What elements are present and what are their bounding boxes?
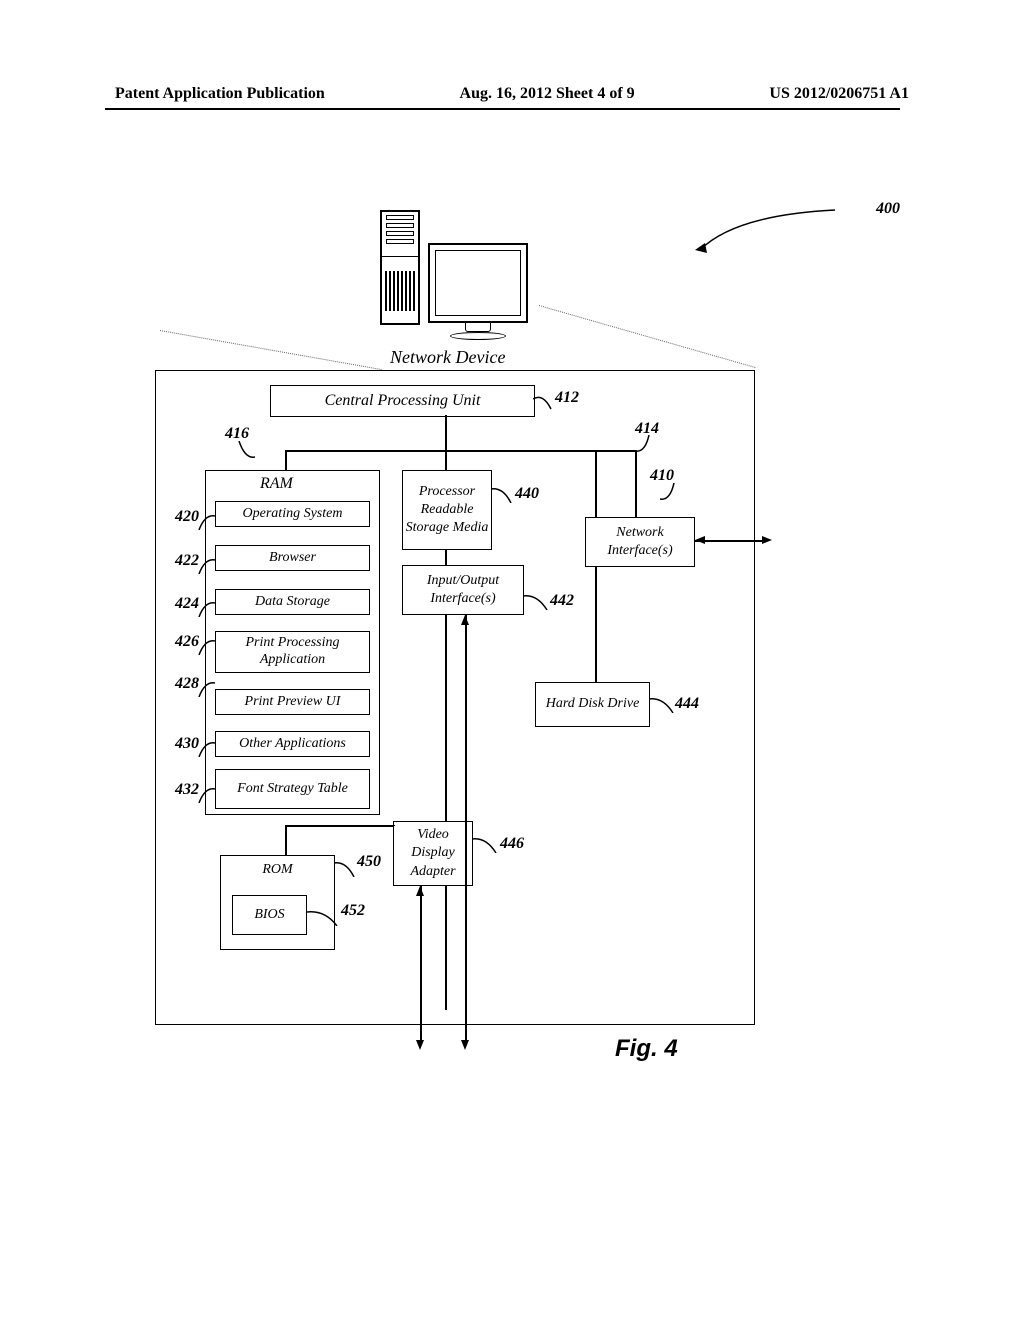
ram-other-apps: Other Applications [215, 731, 370, 757]
vda-bus-v [420, 886, 422, 1041]
network-device-label: Network Device [390, 347, 505, 368]
ref-440: 440 [515, 485, 539, 503]
net-in-arrow [695, 536, 705, 544]
io-arrow-up [461, 615, 469, 625]
bus-to-net [635, 450, 637, 518]
ref-412: 412 [555, 389, 579, 407]
vda-box: Video Display Adapter [393, 821, 473, 886]
ram-data-storage: Data Storage [215, 589, 370, 615]
horizontal-bus [285, 450, 635, 452]
ref-420: 420 [175, 508, 199, 526]
ref-424: 424 [175, 595, 199, 613]
header-left: Patent Application Publication [115, 85, 325, 103]
rom-bus-v [285, 825, 287, 855]
computer-tower [380, 210, 420, 325]
computer-monitor [428, 243, 528, 323]
diagram: Network Device 400 Central Processing Un… [155, 195, 755, 1045]
header-center: Aug. 16, 2012 Sheet 4 of 9 [460, 85, 635, 103]
ref-432: 432 [175, 781, 199, 799]
cpu-box: Central Processing Unit [270, 385, 535, 417]
io-box: Input/Output Interface(s) [402, 565, 524, 615]
ram-font-strategy: Font Strategy Table [215, 769, 370, 809]
header-rule [105, 108, 900, 110]
figure-label: Fig. 4 [615, 1035, 678, 1063]
header-right: US 2012/0206751 A1 [769, 85, 909, 103]
vda-arrow-up [416, 886, 424, 896]
ref-450: 450 [357, 853, 381, 871]
ram-print-proc: Print Processing Application [215, 631, 370, 673]
dotted-line-left [160, 330, 382, 370]
ram-label: RAM [260, 475, 293, 493]
io-arrow-down [461, 1040, 469, 1050]
net-out-arrow [762, 536, 772, 544]
ref-430: 430 [175, 735, 199, 753]
ram-print-preview: Print Preview UI [215, 689, 370, 715]
computer-icon [380, 210, 535, 345]
io-bus-v [465, 615, 467, 1040]
hdd-box: Hard Disk Drive [535, 682, 650, 727]
bios-box: BIOS [232, 895, 307, 935]
dotted-line-right [539, 305, 756, 368]
ref-426: 426 [175, 633, 199, 651]
ref-422: 422 [175, 552, 199, 570]
ref-442: 442 [550, 592, 574, 610]
ref-446: 446 [500, 835, 524, 853]
ref-428: 428 [175, 675, 199, 693]
page-header: Patent Application Publication Aug. 16, … [0, 85, 1024, 103]
ref-444: 444 [675, 695, 699, 713]
ref-400: 400 [876, 200, 900, 218]
net-out-line [695, 540, 765, 542]
rom-bus-h [285, 825, 393, 827]
ram-browser: Browser [215, 545, 370, 571]
bus-to-ram [285, 450, 287, 470]
ram-os: Operating System [215, 501, 370, 527]
net-interface-box: Network Interface(s) [585, 517, 695, 567]
ref-452: 452 [341, 902, 365, 920]
vda-arrow-down [416, 1040, 424, 1050]
arrow-to-400 [695, 205, 850, 255]
prsm-box: Processor Readable Storage Media [402, 470, 492, 550]
